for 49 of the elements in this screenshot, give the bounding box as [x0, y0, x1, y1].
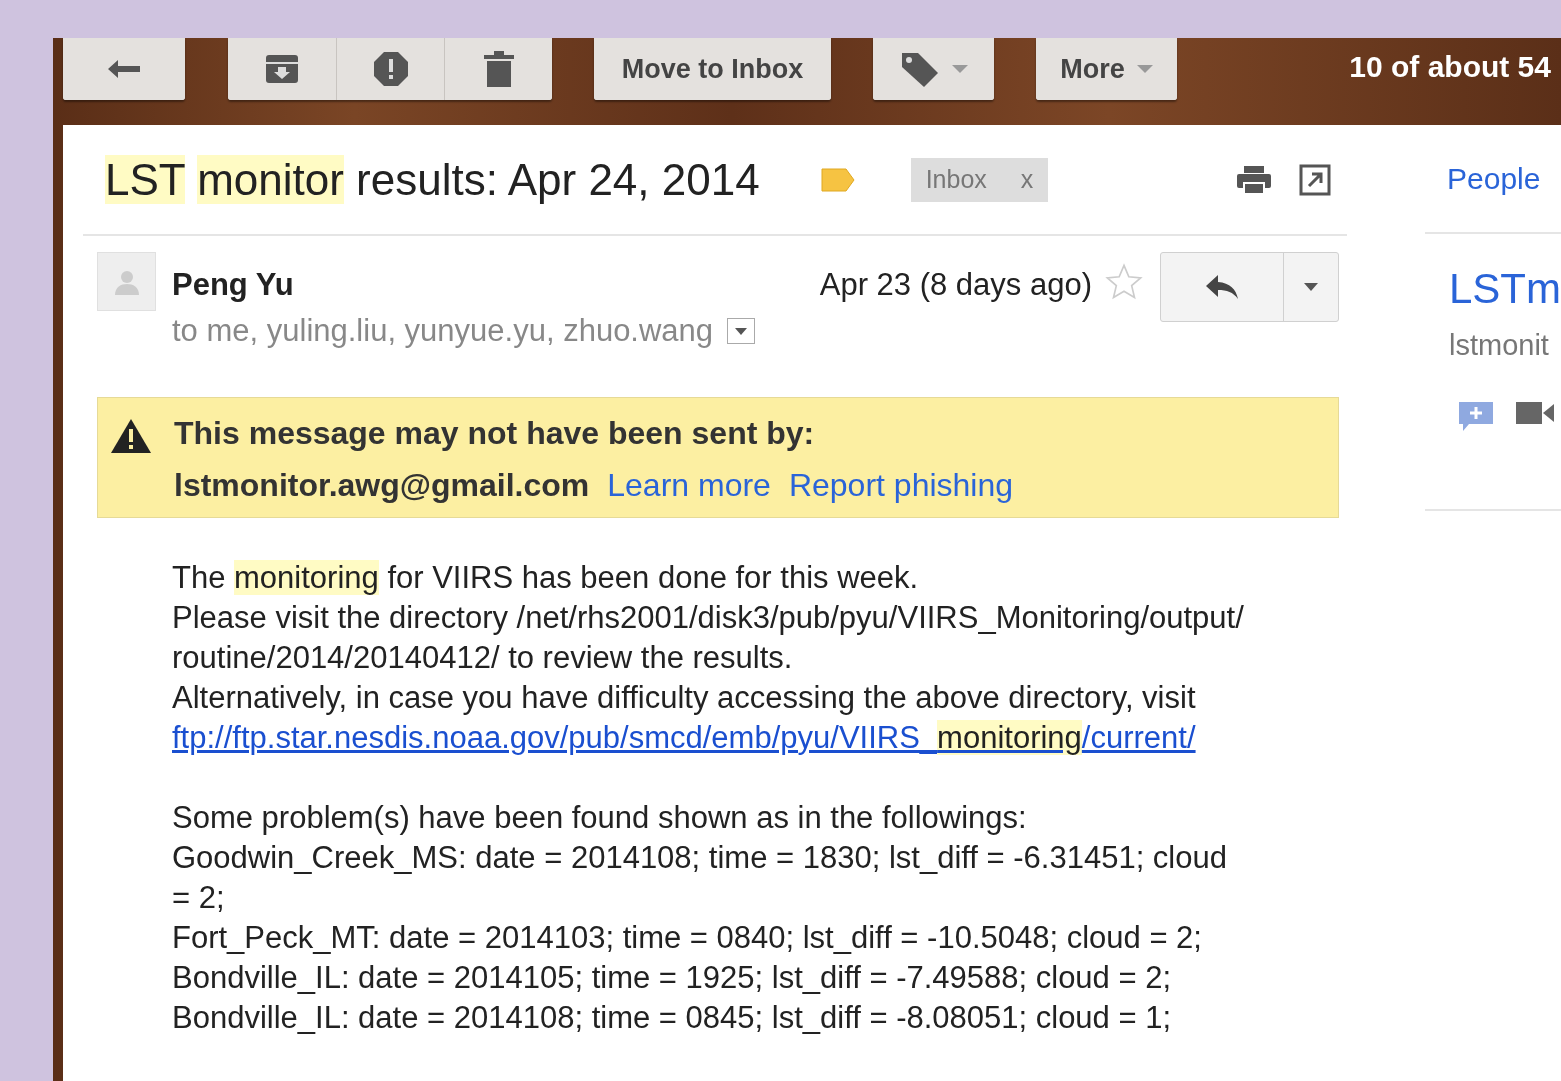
warning-link[interactable]: Learn more — [607, 465, 771, 504]
move-to-inbox-button[interactable]: Move to Inbox — [594, 38, 831, 100]
remove-label-button[interactable]: x — [1020, 160, 1034, 199]
body-text-line: The monitoring for VIIRS has been done for this week. — [172, 559, 919, 595]
subject-title: LST monitor results: Apr 24, 2014 — [104, 153, 760, 206]
star-icon[interactable] — [1104, 262, 1144, 302]
exclamation-icon — [372, 51, 409, 87]
body-text-line: Some problem(s) have been found shown as in the followings: — [172, 799, 1027, 835]
message-date: Apr 23 (8 days ago) — [819, 266, 1092, 304]
warning-heading: This message may not have been sent by: — [174, 413, 816, 452]
label-tag-icon — [819, 166, 856, 193]
body-text-line: Alternatively, in case you have difficulty accessing the above directory, visit — [172, 679, 1196, 715]
back-arrow-icon — [106, 58, 142, 80]
report-spam-button[interactable] — [336, 38, 444, 100]
archive-button[interactable] — [228, 38, 336, 100]
dropdown-caret-icon — [1304, 283, 1318, 291]
print-icon[interactable] — [1235, 163, 1273, 196]
body-text-line: routine/2014/20140412/ to review the results. — [172, 639, 793, 675]
dropdown-caret-icon — [951, 65, 968, 73]
body-text-line: Goodwin_Creek_MS: date = 2014108; time = 1830; lst_diff = -6.31451; cloud — [172, 839, 1227, 875]
body-text-line: Fort_Peck_MT: date = 2014103; time = 0840; lst_diff = -10.5048; cloud = 2; — [172, 919, 1202, 955]
more-button[interactable]: More — [1036, 38, 1177, 100]
video-camera-icon[interactable] — [1515, 399, 1555, 426]
tag-icon — [899, 51, 940, 87]
sender-address: lstmonitor.awg@gmail.com — [174, 465, 590, 504]
new-window-icon[interactable] — [1299, 163, 1331, 196]
archive-icon — [265, 54, 299, 84]
sender-name: Peng Yu — [172, 266, 294, 304]
warning-icon — [110, 417, 152, 454]
dropdown-caret-icon — [1136, 65, 1153, 73]
details-dropdown-button[interactable] — [727, 318, 756, 345]
body-text-line: = 2; — [172, 879, 225, 915]
warning-link[interactable]: Report phishing — [788, 465, 1014, 504]
recipients-text: to me, yuling.liu, yunyue.yu, zhuo.wang — [172, 312, 714, 350]
label-chip-text: Inbox — [925, 163, 987, 195]
person-icon — [113, 268, 140, 295]
body-text-line: Bondville_IL: date = 2014108; time = 0845; lst_diff = -8.08051; cloud = 1; — [172, 999, 1172, 1035]
contact-name[interactable]: LSTm — [1449, 264, 1561, 314]
delete-button[interactable] — [444, 38, 552, 100]
body-text-line: Bondville_IL: date = 2014105; time = 1925; lst_diff = -7.49588; cloud = 2; — [172, 959, 1172, 995]
body-text-line: Please visit the directory /net/rhs2001/disk3/pub/pyu/VIIRS_Monitoring/output/ — [172, 599, 1244, 635]
people-heading[interactable]: People — [1447, 156, 1541, 201]
contact-email: lstmonit — [1449, 328, 1550, 363]
trash-icon — [483, 51, 514, 87]
back-button[interactable] — [63, 38, 185, 100]
pager-text: 10 of about 54 — [1349, 49, 1551, 85]
dropdown-caret-icon — [735, 327, 748, 335]
labels-button[interactable] — [873, 38, 994, 100]
ftp-link[interactable]: ftp://ftp.star.nesdis.noaa.gov/pub/smcd/emb/pyu/VIIRS_monitoring/current/ — [172, 719, 1196, 755]
